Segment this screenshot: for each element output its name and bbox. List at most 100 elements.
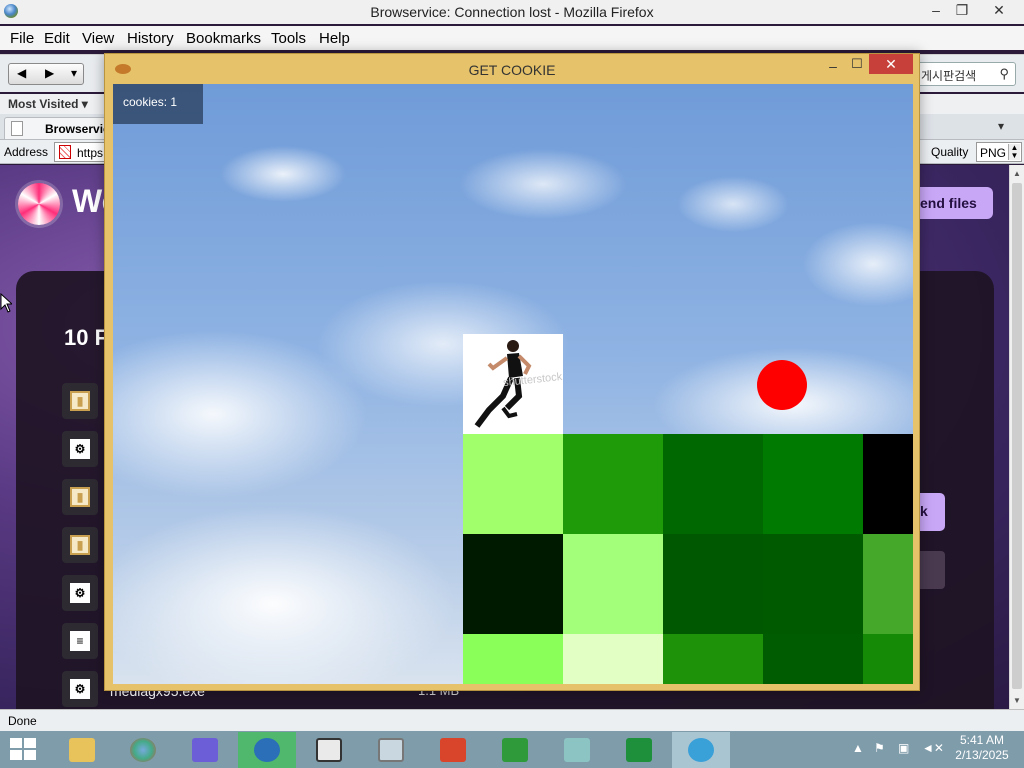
menu-edit[interactable]: Edit bbox=[44, 30, 70, 47]
most-visited-button[interactable]: Most Visited ▾ bbox=[8, 97, 88, 111]
music-app-icon bbox=[440, 738, 466, 762]
taskbar-file-explorer[interactable] bbox=[53, 732, 111, 768]
file-row-icon[interactable]: ⚙ bbox=[62, 431, 98, 467]
popup-title: GET COOKIE bbox=[468, 62, 556, 78]
files-panel-title: 10 F bbox=[64, 325, 109, 350]
text-file-icon: ≡ bbox=[70, 631, 90, 651]
menu-bar: File Edit View History Bookmarks Tools H… bbox=[0, 26, 1024, 50]
quality-spinner-icon[interactable]: ▲ ▼ bbox=[1008, 144, 1020, 160]
store-app-icon bbox=[502, 738, 528, 762]
settings-file-icon: ⚙ bbox=[70, 439, 90, 459]
cookie-counter: cookies: 1 bbox=[113, 84, 203, 124]
scroll-up-icon[interactable]: ▲ bbox=[1013, 169, 1021, 178]
file-row-icon[interactable]: ≡ bbox=[62, 623, 98, 659]
taskbar-browser[interactable] bbox=[114, 732, 172, 768]
mouse-cursor-icon bbox=[0, 293, 12, 313]
status-text: Done bbox=[8, 714, 37, 728]
file-row-icon[interactable]: ⚙ bbox=[62, 671, 98, 707]
taskbar-notebook-app[interactable] bbox=[548, 732, 606, 768]
restore-button[interactable]: ❐ bbox=[944, 0, 980, 22]
network-tray-icon[interactable]: ▣ bbox=[898, 741, 909, 755]
ground-tile bbox=[663, 434, 763, 534]
scroll-thumb[interactable] bbox=[1012, 183, 1022, 689]
menu-help[interactable]: Help bbox=[319, 30, 350, 47]
file-row-icon[interactable]: ▮ bbox=[62, 527, 98, 563]
ground-tile bbox=[563, 534, 663, 634]
quality-value: PNG bbox=[980, 146, 1007, 160]
back-forward-group: ◀ ▶ ▾ bbox=[8, 63, 84, 85]
ground-tile bbox=[463, 634, 563, 684]
close-button[interactable]: ✕ bbox=[976, 0, 1022, 22]
settings-file-icon: ⚙ bbox=[70, 679, 90, 699]
red-ball bbox=[757, 360, 807, 410]
ground-tile bbox=[663, 534, 763, 634]
taskbar-monster-app[interactable] bbox=[238, 732, 296, 768]
bird-app-icon bbox=[192, 738, 218, 762]
send-files-button[interactable]: end files bbox=[910, 187, 993, 219]
clock-date: 2/13/2025 bbox=[955, 748, 1009, 762]
address-label: Address bbox=[4, 145, 49, 159]
runner-sprite: shutterstock bbox=[463, 334, 563, 434]
ground-tile bbox=[563, 434, 663, 534]
games-app-icon bbox=[626, 738, 652, 762]
search-text: 게시판검색 bbox=[921, 69, 977, 83]
notebook-app-icon bbox=[564, 738, 590, 762]
back-button[interactable]: ◀ bbox=[17, 66, 26, 80]
settings-file-icon: ⚙ bbox=[70, 583, 90, 603]
taskbar-photos-app[interactable] bbox=[362, 732, 420, 768]
heart-app-icon bbox=[688, 738, 714, 762]
ground-tile bbox=[663, 634, 763, 684]
game-canvas[interactable]: cookies: 1 shutterstock bbox=[113, 84, 913, 684]
history-dropdown-button[interactable]: ▾ bbox=[71, 66, 77, 80]
tab-label: Browservic bbox=[45, 122, 110, 136]
taskbar-music-app[interactable] bbox=[424, 732, 482, 768]
ground-tile bbox=[863, 534, 913, 634]
taskbar: ▲ ⚑ ▣ ◄✕ 5:41 AM 2/13/2025 bbox=[0, 731, 1024, 768]
action-center-icon[interactable]: ⚑ bbox=[874, 741, 885, 755]
ground-tile bbox=[863, 634, 913, 684]
ground-tile bbox=[763, 634, 863, 684]
photos-app-icon bbox=[378, 738, 404, 762]
quality-select[interactable]: PNG ▲ ▼ bbox=[976, 142, 1022, 162]
browser-icon bbox=[130, 738, 156, 762]
popup-titlebar: GET COOKIE – ☐ ✕ bbox=[105, 54, 919, 84]
site-logo-icon bbox=[18, 183, 60, 225]
vertical-scrollbar[interactable]: ▲ ▼ bbox=[1009, 165, 1024, 709]
menu-tools[interactable]: Tools bbox=[271, 30, 306, 47]
page-icon bbox=[11, 121, 23, 136]
popup-minimize-button[interactable]: – bbox=[823, 58, 843, 74]
popup-close-button[interactable]: ✕ bbox=[869, 54, 913, 74]
taskbar-bird-app[interactable] bbox=[176, 732, 234, 768]
forward-button[interactable]: ▶ bbox=[45, 66, 54, 80]
file-row-icon[interactable]: ▮ bbox=[62, 479, 98, 515]
file-row-icon[interactable]: ⚙ bbox=[62, 575, 98, 611]
menu-file[interactable]: File bbox=[10, 30, 34, 47]
file-row-icon[interactable]: ▮ bbox=[62, 383, 98, 419]
clock-time: 5:41 AM bbox=[959, 733, 1005, 747]
taskbar-store-app[interactable] bbox=[486, 732, 544, 768]
taskbar-clock[interactable]: 5:41 AM 2/13/2025 bbox=[952, 733, 1012, 763]
scroll-down-icon[interactable]: ▼ bbox=[1013, 696, 1021, 705]
search-input[interactable]: 게시판검색 ⚲ bbox=[916, 62, 1016, 86]
window-title: Browservice: Connection lost - Mozilla F… bbox=[370, 4, 654, 20]
search-icon[interactable]: ⚲ bbox=[999, 66, 1009, 82]
ground-tile bbox=[763, 434, 863, 534]
taskbar-games-app[interactable] bbox=[610, 732, 668, 768]
ground-tile bbox=[863, 434, 913, 534]
ground-tile bbox=[563, 634, 663, 684]
menu-bookmarks[interactable]: Bookmarks bbox=[186, 30, 261, 47]
tray-expand-icon[interactable]: ▲ bbox=[852, 741, 864, 755]
volume-muted-icon[interactable]: ◄✕ bbox=[922, 741, 944, 755]
popup-maximize-button[interactable]: ☐ bbox=[847, 56, 867, 72]
tab-list-icon[interactable]: ▾ bbox=[998, 119, 1018, 135]
image-file-icon: ▮ bbox=[70, 391, 90, 411]
ground-tile bbox=[763, 534, 863, 634]
menu-history[interactable]: History bbox=[127, 30, 174, 47]
firefox-titlebar: Browservice: Connection lost - Mozilla F… bbox=[0, 0, 1024, 24]
menu-view[interactable]: View bbox=[82, 30, 114, 47]
start-button[interactable] bbox=[10, 738, 38, 762]
taskbar-network-app[interactable] bbox=[300, 732, 358, 768]
tab-browservice[interactable]: Browservic bbox=[4, 117, 110, 139]
taskbar-heart-app[interactable] bbox=[672, 732, 730, 768]
ground-tile bbox=[463, 434, 563, 534]
